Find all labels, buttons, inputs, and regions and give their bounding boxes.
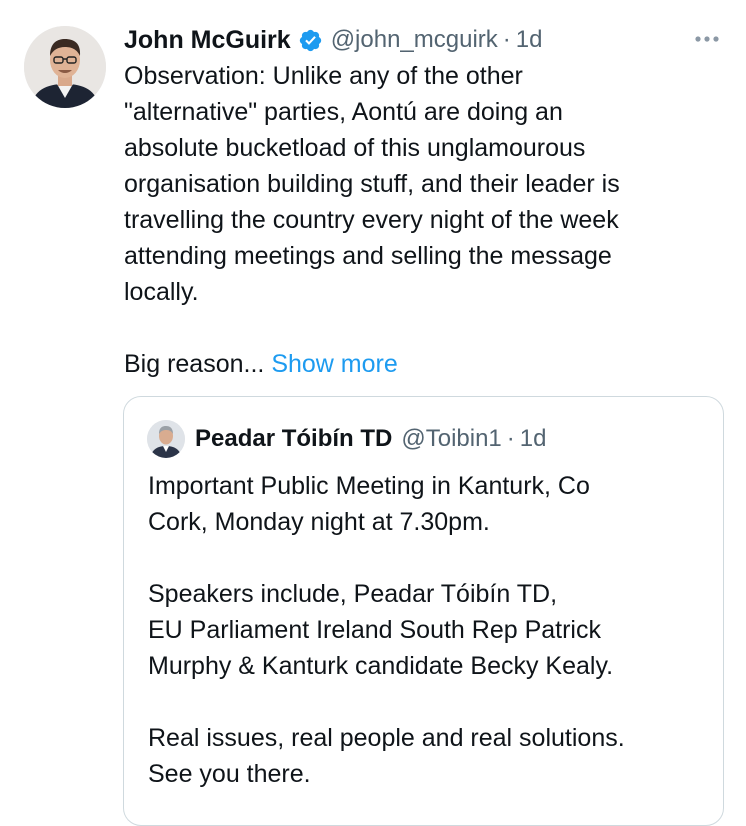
tweet-text-line: "alternative" parties, Aontú are doing a… bbox=[124, 98, 563, 126]
more-options-button[interactable] bbox=[690, 24, 724, 54]
quoted-text-line: EU Parliament Ireland South Rep Patrick bbox=[148, 616, 601, 644]
quoted-author-avatar[interactable] bbox=[147, 420, 185, 458]
tweet-text-line: locally. bbox=[124, 278, 199, 306]
tweet-timestamp[interactable]: 1d bbox=[516, 26, 543, 54]
quoted-text-line: Speakers include, Peadar Tóibín TD, bbox=[148, 580, 558, 608]
author-avatar[interactable] bbox=[24, 26, 106, 108]
tweet[interactable]: John McGuirk @john_mcguirk · 1d Observat… bbox=[0, 0, 746, 826]
tweet-text-line: Observation: Unlike any of the other bbox=[124, 62, 523, 90]
quoted-author-name[interactable]: Peadar Tóibín TD bbox=[195, 425, 392, 453]
tweet-text-line: absolute bucketload of this unglamourous bbox=[124, 134, 586, 162]
quoted-header-separator: · bbox=[506, 425, 515, 452]
quoted-text-line: See you there. bbox=[148, 760, 311, 788]
author-handle[interactable]: @john_mcguirk bbox=[331, 26, 498, 54]
quoted-text-line: Real issues, real people and real soluti… bbox=[148, 724, 625, 752]
more-options-icon bbox=[695, 36, 719, 42]
quoted-tweet-timestamp[interactable]: 1d bbox=[520, 425, 547, 453]
quoted-tweet-header: Peadar Tóibín TD @Toibin1 · 1d bbox=[147, 420, 703, 458]
tweet-text-line: attending meetings and selling the messa… bbox=[124, 242, 612, 270]
quoted-tweet[interactable]: Peadar Tóibín TD @Toibin1 · 1d Important… bbox=[123, 396, 724, 826]
tweet-text-line: organisation building stuff, and their l… bbox=[124, 170, 620, 198]
tweet-text-line: travelling the country every night of th… bbox=[124, 206, 619, 234]
quoted-text-line: Cork, Monday night at 7.30pm. bbox=[148, 508, 490, 536]
tweet-text: Observation: Unlike any of the other "al… bbox=[124, 58, 724, 382]
verified-badge-icon bbox=[299, 29, 321, 51]
truncated-text: Big reason... bbox=[124, 350, 265, 378]
show-more-link[interactable]: Show more bbox=[271, 350, 397, 378]
quoted-author-avatar-image bbox=[147, 420, 185, 458]
quoted-text-line: Murphy & Kanturk candidate Becky Kealy. bbox=[148, 652, 614, 680]
quoted-tweet-text: Important Public Meeting in Kanturk, Co … bbox=[148, 468, 708, 792]
tweet-header: John McGuirk @john_mcguirk · 1d bbox=[124, 22, 726, 58]
quoted-text-line: Important Public Meeting in Kanturk, Co bbox=[148, 472, 590, 500]
quoted-author-handle[interactable]: @Toibin1 bbox=[401, 425, 501, 453]
author-name[interactable]: John McGuirk bbox=[124, 26, 291, 55]
author-avatar-image bbox=[24, 26, 106, 108]
header-separator: · bbox=[502, 26, 511, 53]
